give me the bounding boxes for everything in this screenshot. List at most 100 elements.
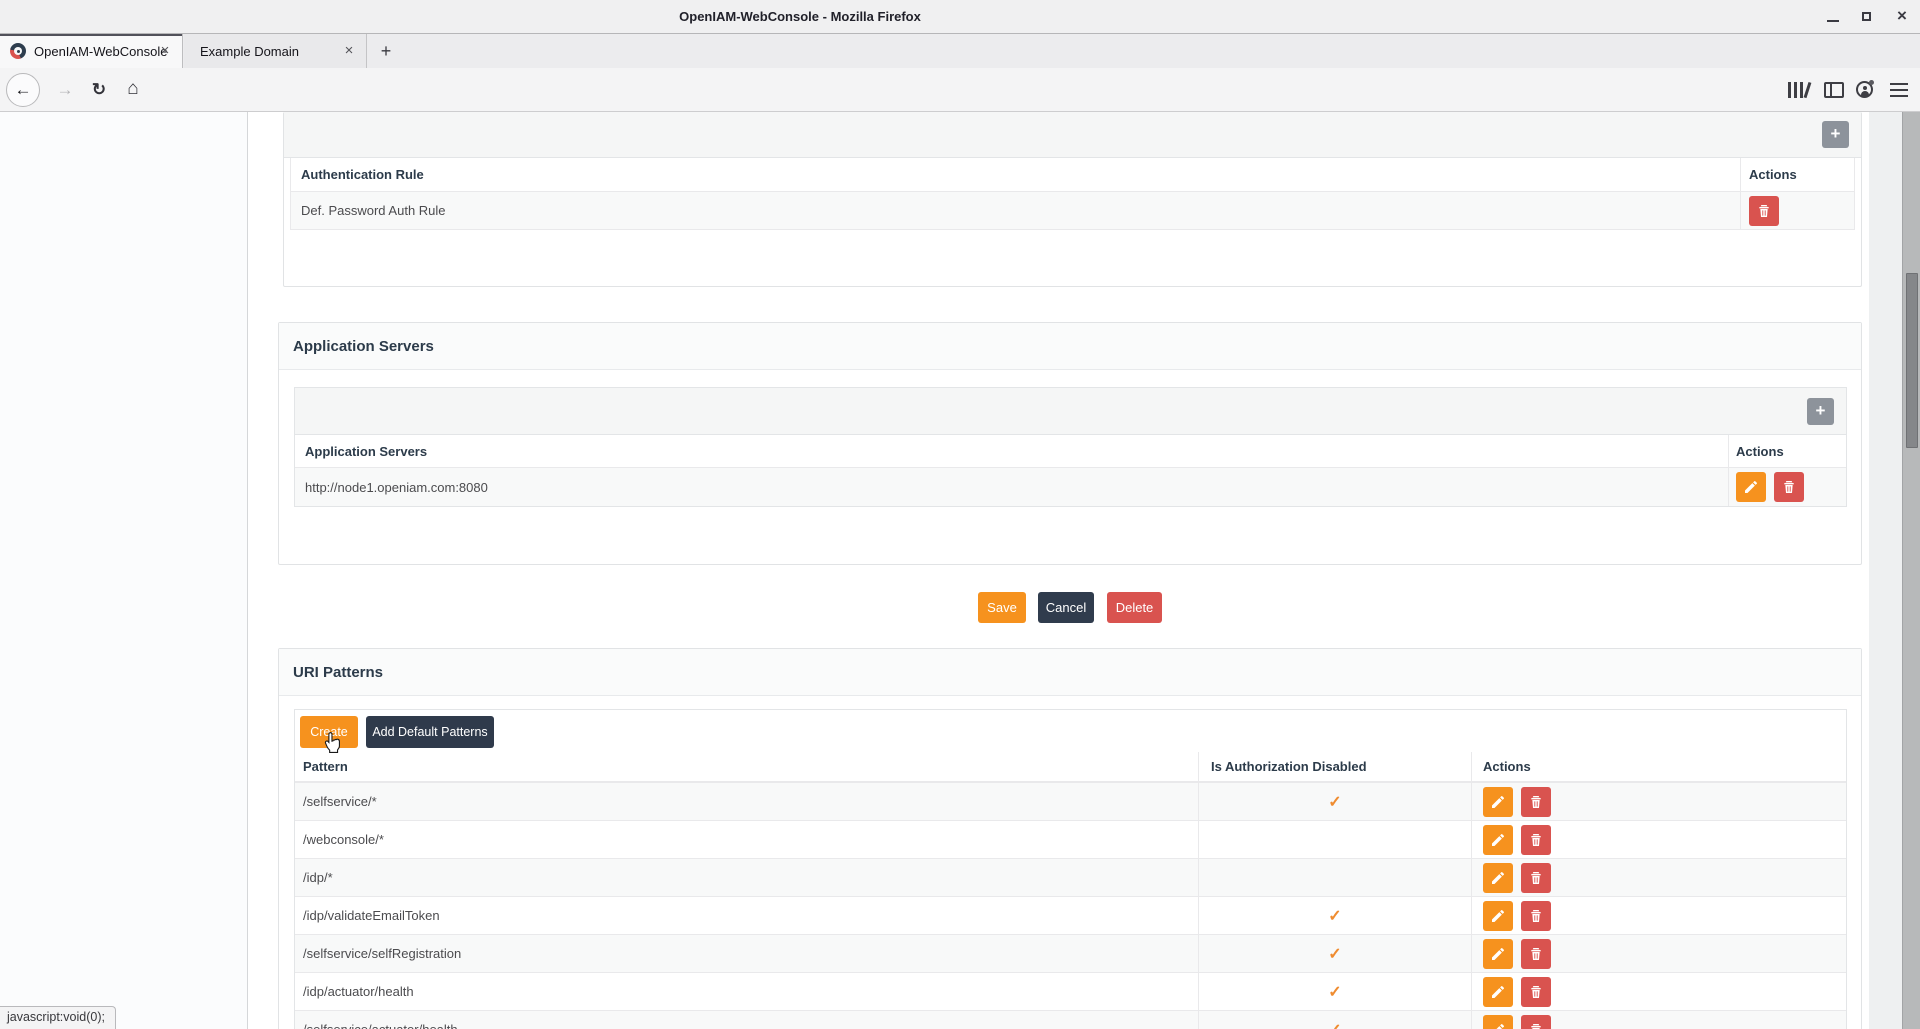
pencil-icon [1490,946,1506,962]
tab-close-icon[interactable]: × [156,42,174,60]
table-header-row: Authentication Rule Actions [291,158,1854,192]
pencil-icon [1490,1022,1506,1029]
edit-button[interactable] [1483,901,1513,931]
edit-button[interactable] [1483,977,1513,1007]
pattern-cell: /idp/* [295,859,1198,896]
delete-button[interactable] [1521,787,1551,817]
firefox-window: OpenIAM-WebConsole - Mozilla Firefox × O… [0,0,1920,1029]
table-row: /selfservice/actuator/health ✓ [295,1010,1846,1029]
navigation-toolbar: ← → ↻ ⌂ ⓘ vm.openiam.com/webconsole/menu… [0,68,1920,112]
edit-button[interactable] [1736,472,1766,502]
delete-button[interactable] [1749,196,1779,226]
auth-disabled-check: ✓ [1198,973,1471,1010]
pattern-cell: /idp/validateEmailToken [295,897,1198,934]
scrollbar-thumb[interactable] [1906,273,1918,448]
uri-patterns-panel: URI Patterns Create Add Default Patterns… [278,648,1862,1029]
delete-button[interactable] [1521,863,1551,893]
delete-form-button[interactable]: Delete [1107,592,1162,623]
tab-openiam-webconsole[interactable]: OpenIAM-WebConsole × [0,34,183,69]
delete-button[interactable] [1521,939,1551,969]
auth-rules-toolbar: + [284,112,1861,158]
pattern-cell: /selfservice/selfRegistration [295,935,1198,972]
panel-title: URI Patterns [279,649,1861,696]
trash-icon [1528,984,1544,1000]
trash-icon [1528,908,1544,924]
row-actions [1471,821,1846,858]
uri-patterns-table-body: /selfservice/* ✓ /webconsole/* /idp/* /i… [295,782,1846,1029]
page-right-gutter [1869,112,1902,1029]
trash-icon [1528,870,1544,886]
auth-disabled-check: ✓ [1198,935,1471,972]
table-row: /webconsole/* [295,820,1846,858]
add-auth-rule-button[interactable]: + [1822,121,1849,148]
window-maximize-button[interactable] [1852,0,1882,33]
edit-button[interactable] [1483,1015,1513,1029]
trash-icon [1528,832,1544,848]
left-sidebar [0,112,248,1029]
table-header-row: Application Servers Actions [295,435,1846,468]
window-titlebar: OpenIAM-WebConsole - Mozilla Firefox × [0,0,1920,33]
auth-rule-name: Def. Password Auth Rule [291,192,1740,229]
window-close-button[interactable]: × [1887,0,1917,33]
home-button[interactable]: ⌂ [120,68,146,112]
save-button[interactable]: Save [978,592,1026,623]
delete-button[interactable] [1521,1015,1551,1029]
account-icon[interactable] [1856,81,1873,98]
auth-disabled-check [1198,821,1471,858]
window-minimize-button[interactable] [1818,0,1848,33]
row-actions [1471,897,1846,934]
add-default-patterns-button[interactable]: Add Default Patterns [366,716,494,748]
auth-disabled-check: ✓ [1198,1011,1471,1029]
delete-button[interactable] [1521,977,1551,1007]
back-button[interactable]: ← [6,73,40,107]
panel-header: URI Patterns [279,649,1861,696]
library-icon[interactable] [1786,82,1810,98]
menu-hamburger-icon[interactable] [1890,83,1908,97]
edit-button[interactable] [1483,825,1513,855]
column-header-pattern: Pattern [295,752,1198,781]
auth-rules-panel: + Authentication Rule Actions Def. Passw… [283,112,1862,287]
pattern-cell: /webconsole/* [295,821,1198,858]
delete-button[interactable] [1521,825,1551,855]
edit-button[interactable] [1483,863,1513,893]
delete-button[interactable] [1774,472,1804,502]
column-header-actions: Actions [1728,435,1846,467]
pencil-icon [1743,479,1759,495]
pattern-cell: /selfservice/* [295,783,1198,820]
vertical-scrollbar[interactable] [1902,112,1920,1029]
tab-bar: OpenIAM-WebConsole × Example Domain × + [0,33,1920,68]
tab-example-domain[interactable]: Example Domain × [184,34,367,69]
app-servers-toolbar: + [295,388,1846,435]
pencil-icon [1490,870,1506,886]
window-title: OpenIAM-WebConsole - Mozilla Firefox [0,0,1600,33]
table-row: /idp/* [295,858,1846,896]
delete-button[interactable] [1521,901,1551,931]
column-header-is-auth-disabled: Is Authorization Disabled [1198,752,1471,781]
reload-button[interactable]: ↻ [86,68,112,112]
maximize-icon [1862,12,1871,21]
table-header-row: Pattern Is Authorization Disabled Action… [295,752,1846,782]
new-tab-button[interactable]: + [372,38,400,66]
panel-header: Application Servers [279,323,1861,370]
trash-icon [1528,946,1544,962]
add-app-server-button[interactable]: + [1807,398,1834,425]
table-row: http://node1.openiam.com:8080 [295,468,1846,506]
auth-disabled-check: ✓ [1198,783,1471,820]
app-servers-table: Application Servers Actions http://node1… [295,435,1846,506]
row-actions [1471,935,1846,972]
trash-icon [1756,203,1772,219]
table-row: /selfservice/selfRegistration ✓ [295,934,1846,972]
tab-close-icon[interactable]: × [340,42,358,60]
page-content: + Authentication Rule Actions Def. Passw… [0,112,1920,1029]
column-header-app-servers: Application Servers [295,435,1728,467]
row-actions [1471,783,1846,820]
edit-button[interactable] [1483,939,1513,969]
sidebar-toggle-icon[interactable] [1824,82,1844,98]
pencil-icon [1490,832,1506,848]
auth-disabled-check [1198,859,1471,896]
row-actions [1471,973,1846,1010]
edit-button[interactable] [1483,787,1513,817]
forward-button[interactable]: → [52,68,78,112]
pattern-cell: /idp/actuator/health [295,973,1198,1010]
cancel-button[interactable]: Cancel [1038,592,1094,623]
